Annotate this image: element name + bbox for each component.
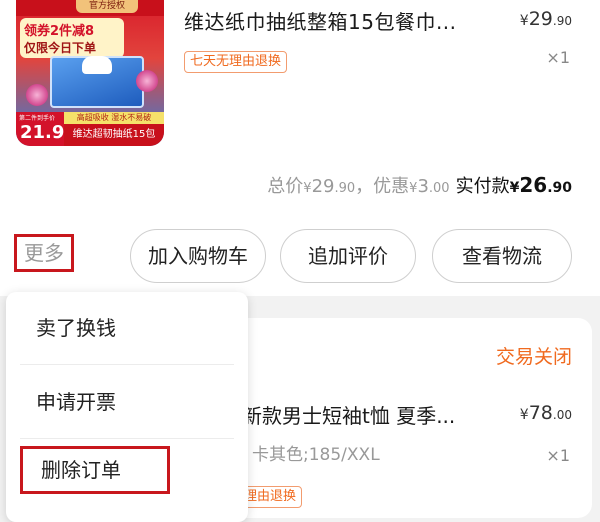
product-variant: 卡其色;185/XXL: [252, 445, 380, 465]
product-quantity: ×1: [546, 48, 570, 67]
add-to-cart-button[interactable]: 加入购物车: [130, 229, 266, 283]
order-summary: 总价¥29.90，优惠¥3.00 实付款¥26.90: [267, 172, 572, 198]
paid-label: 实付款: [455, 176, 510, 197]
currency-symbol: ¥: [519, 13, 529, 29]
product-price: ¥29.90: [520, 8, 572, 30]
paid-decimal: .90: [547, 180, 572, 196]
service-tag: 七天无理由退换: [184, 51, 288, 73]
product-title[interactable]: 维达纸巾抽纸整箱15包餐巾...: [184, 6, 457, 35]
more-button[interactable]: 更多: [14, 234, 74, 272]
currency-symbol: ¥: [303, 181, 312, 196]
view-logistics-button[interactable]: 查看物流: [432, 229, 572, 283]
total-label: 总价: [267, 176, 304, 197]
order-card-1: 官方授权 领券2件减8 仅限今日下单 第二件到手价 21.9 高超吸收 湿水不易…: [0, 0, 600, 296]
flower-decoration: [136, 70, 158, 92]
discount-label: 优惠: [373, 176, 410, 197]
promo-line-2: 仅限今日下单: [24, 41, 97, 55]
flower-decoration: [26, 84, 48, 106]
menu-item-invoice[interactable]: 申请开票: [6, 366, 248, 438]
price-decimal: .90: [552, 14, 572, 28]
thumbnail-strip: 高超吸收 湿水不易破: [64, 112, 164, 124]
menu-divider: [20, 364, 234, 365]
summary-separator: ，: [355, 176, 374, 197]
tissue-image: [82, 56, 112, 74]
menu-divider: [20, 438, 234, 439]
menu-item-delete-order[interactable]: 删除订单: [20, 446, 170, 494]
promo-line-1: 领券2件减8: [24, 24, 95, 39]
price-integer: 29: [528, 8, 553, 30]
menu-item-sell[interactable]: 卖了换钱: [6, 292, 248, 364]
add-review-button[interactable]: 追加评价: [280, 229, 416, 283]
currency-symbol: ¥: [519, 407, 529, 423]
total-integer: 29: [311, 176, 335, 197]
price-integer: 78: [528, 402, 553, 424]
discount-decimal: .00: [428, 181, 450, 196]
thumbnail-product-name: 维达超韧抽纸15包: [64, 124, 164, 146]
product-quantity: ×1: [546, 446, 570, 465]
product-price: ¥78.00: [520, 402, 572, 424]
authorized-badge: 官方授权: [76, 0, 138, 13]
paid-integer: 26: [519, 173, 548, 197]
discount-integer: 3: [417, 176, 429, 197]
thumbnail-price-caption: 第二件到手价: [19, 115, 56, 122]
promo-badge: 领券2件减8 仅限今日下单: [20, 18, 124, 58]
product-title[interactable]: 新款男士短袖t恤 夏季...: [242, 400, 455, 429]
currency-symbol: ¥: [509, 180, 520, 196]
product-thumbnail[interactable]: 官方授权 领券2件减8 仅限今日下单 第二件到手价 21.9 高超吸收 湿水不易…: [16, 0, 164, 146]
thumbnail-price-tag: 第二件到手价 21.9: [16, 112, 64, 146]
total-decimal: .90: [334, 181, 356, 196]
price-decimal: .00: [552, 408, 572, 422]
paid-amount: ¥26.90: [510, 173, 572, 197]
thumbnail-price: 21.9: [20, 122, 65, 143]
order-status: 交易关闭: [495, 346, 572, 368]
more-menu: 卖了换钱 申请开票 删除订单: [6, 292, 248, 522]
